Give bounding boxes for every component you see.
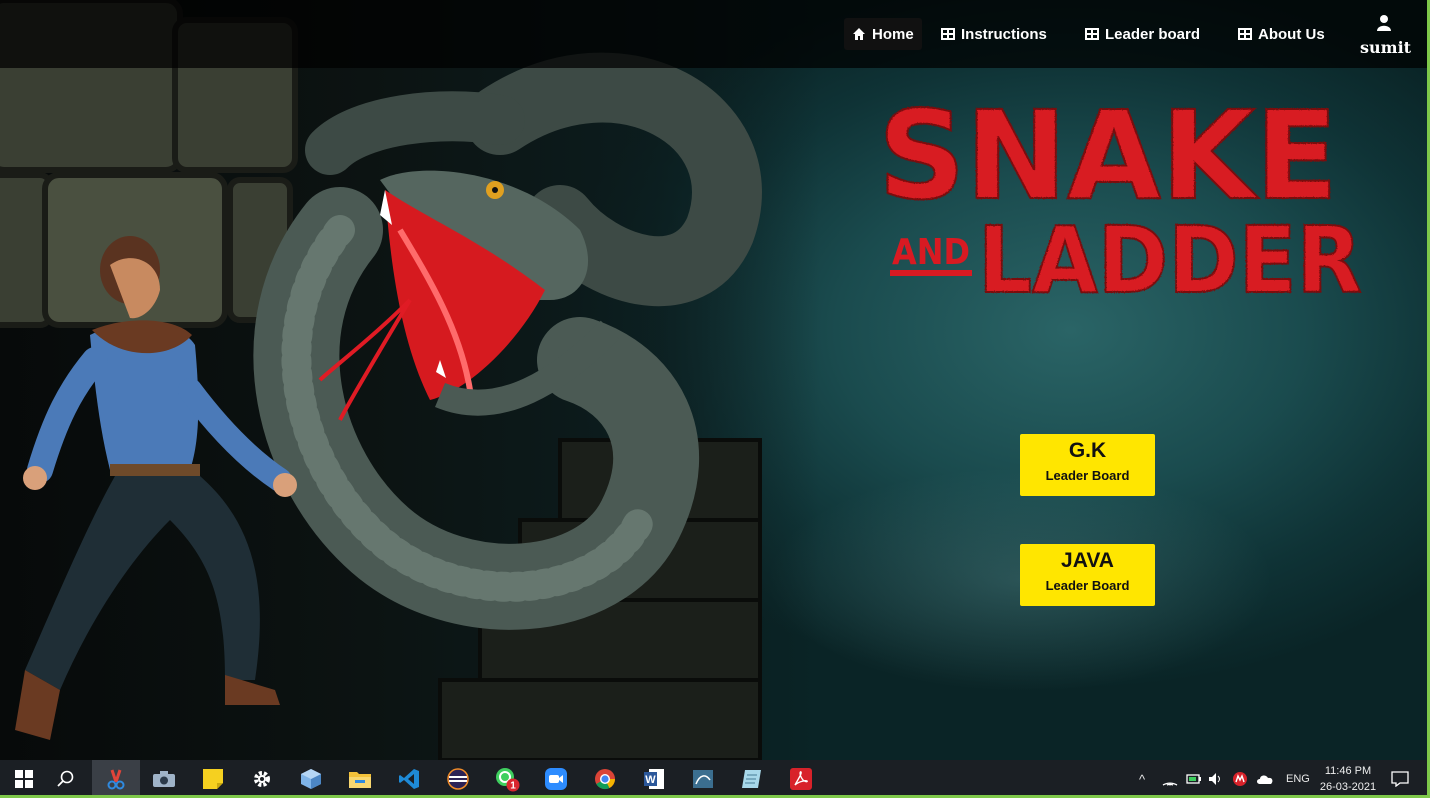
java-button-title: JAVA: [1061, 549, 1114, 572]
user-icon: [1377, 15, 1391, 31]
notepad-icon[interactable]: [728, 760, 776, 798]
app-window: SNAKE AND LADDER Home Instructions Leade…: [0, 0, 1430, 798]
antivirus-icon[interactable]: [1232, 771, 1248, 787]
clock[interactable]: 11:46 PM 26-03-2021: [1312, 763, 1384, 795]
gk-button-title: G.K: [1068, 439, 1107, 462]
tray-chevron-up-icon[interactable]: ^: [1132, 772, 1152, 787]
mysql-icon[interactable]: [679, 760, 727, 798]
cloud-icon[interactable]: [1256, 773, 1274, 785]
nav-home-label: Home: [872, 25, 914, 43]
nav-leaderboard[interactable]: Leader board: [1077, 18, 1208, 50]
user-name: sumit: [1360, 38, 1412, 57]
acrobat-icon[interactable]: [777, 760, 825, 798]
nav-instructions[interactable]: Instructions: [933, 18, 1055, 50]
logo-ladder: LADDER: [978, 207, 1362, 306]
settings-icon[interactable]: [238, 760, 286, 798]
java-button-subtitle: Leader Board: [1045, 578, 1130, 593]
nav-instructions-label: Instructions: [961, 25, 1047, 43]
game-logo: SNAKE AND LADDER: [877, 86, 1363, 306]
windows-taskbar: 1 W ^ ENG 11:46 PM 26-03-2021: [0, 760, 1430, 798]
vscode-icon[interactable]: [385, 760, 433, 798]
nav-leaderboard-label: Leader board: [1105, 25, 1201, 43]
eclipse-icon[interactable]: [434, 760, 482, 798]
snipping-tool-icon[interactable]: [92, 760, 140, 798]
language-indicator[interactable]: ENG: [1286, 773, 1310, 785]
notification-icon[interactable]: [1380, 760, 1420, 798]
whatsapp-icon[interactable]: 1: [483, 760, 531, 798]
file-explorer-icon[interactable]: [336, 760, 384, 798]
grid-icon: [1238, 28, 1252, 40]
gk-button-subtitle: Leader Board: [1045, 468, 1130, 483]
nav-home[interactable]: Home: [844, 18, 922, 50]
chrome-icon[interactable]: [581, 760, 629, 798]
gk-leaderboard-button[interactable]: G.K Leader Board: [1020, 434, 1155, 496]
system-tray: ^ ENG: [1132, 760, 1310, 798]
clock-time: 11:46 PM: [1324, 765, 1372, 777]
camera-icon[interactable]: [140, 760, 188, 798]
nav-about[interactable]: About Us: [1230, 18, 1333, 50]
search-icon[interactable]: [42, 760, 90, 798]
windows-start-icon[interactable]: [0, 760, 48, 798]
user-menu[interactable]: sumit: [1360, 14, 1412, 57]
grid-icon: [1085, 28, 1099, 40]
sticky-notes-icon[interactable]: [189, 760, 237, 798]
svg-text:W: W: [645, 774, 656, 786]
logo-and-underline: [890, 270, 972, 276]
3d-box-icon[interactable]: [287, 760, 335, 798]
volume-icon[interactable]: [1208, 772, 1224, 786]
zoom-icon[interactable]: [532, 760, 580, 798]
whatsapp-badge: 1: [510, 781, 516, 792]
word-icon[interactable]: W: [630, 760, 678, 798]
clock-date: 26-03-2021: [1319, 781, 1377, 793]
grid-icon: [941, 28, 955, 40]
hero-illustration: [0, 0, 762, 760]
nav-about-label: About Us: [1258, 25, 1325, 43]
java-leaderboard-button[interactable]: JAVA Leader Board: [1020, 544, 1155, 606]
logo-snake: SNAKE: [878, 86, 1338, 227]
home-icon: [853, 28, 865, 40]
battery-icon[interactable]: [1186, 773, 1202, 785]
top-navbar: Home Instructions Leader board About Us …: [0, 0, 1430, 68]
logo-and: AND: [892, 232, 970, 273]
wifi-icon[interactable]: [1162, 772, 1178, 786]
